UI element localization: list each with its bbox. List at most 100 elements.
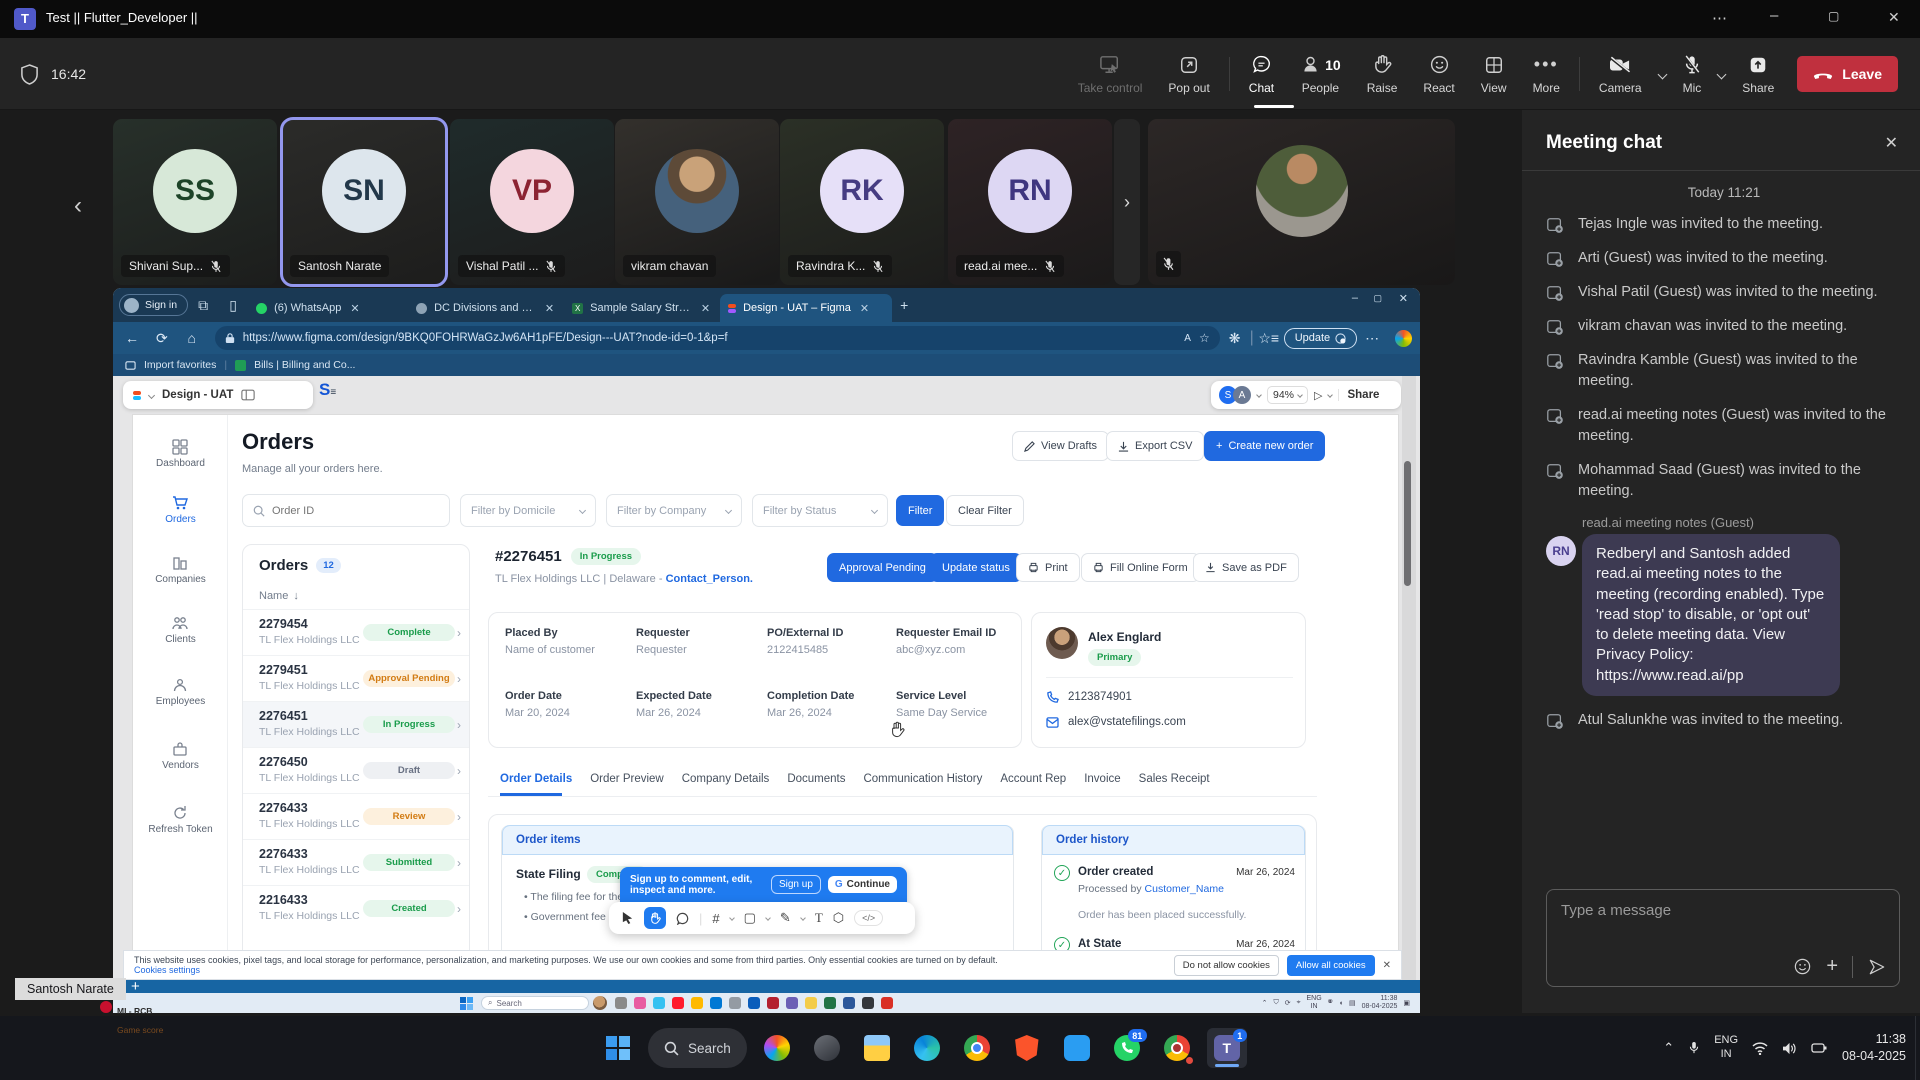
tray-mic-icon[interactable] <box>1688 1040 1700 1056</box>
browser-tab[interactable]: (6) WhatsApp✕ <box>248 294 408 322</box>
create-order-button[interactable]: +Create new order <box>1204 431 1325 461</box>
favorites-list-icon[interactable]: ☆≡ <box>1254 330 1284 347</box>
order-row[interactable]: 2279451TL Flex Holdings LLCApproval Pend… <box>243 655 470 701</box>
contact-email[interactable]: alex@vstatefilings.com <box>1068 716 1186 728</box>
signup-button[interactable]: Sign up <box>771 875 821 894</box>
contact-phone[interactable]: 2123874901 <box>1068 691 1132 703</box>
back-icon[interactable]: ← <box>117 330 147 346</box>
clear-filter-button[interactable]: Clear Filter <box>946 495 1024 526</box>
battery-pen-icon[interactable] <box>1811 1042 1827 1054</box>
figma-share-button[interactable]: Share <box>1338 389 1379 401</box>
chrome-icon[interactable] <box>957 1028 997 1068</box>
canvas-scrollbar-thumb[interactable] <box>1404 461 1411 586</box>
fill-online-form-button[interactable]: Fill Online Form <box>1081 553 1200 582</box>
tab-close-icon[interactable]: ✕ <box>348 302 361 315</box>
shape-tool-icon[interactable]: ▢ <box>744 910 756 926</box>
filter-button[interactable]: Filter <box>896 495 944 526</box>
view-button[interactable]: View <box>1468 38 1520 110</box>
tab-actions-icon[interactable]: ⧉ <box>188 297 218 314</box>
video-tile-large[interactable] <box>1148 119 1455 285</box>
video-tile[interactable]: RK Ravindra K... <box>780 119 944 285</box>
wifi-icon[interactable] <box>1752 1042 1768 1055</box>
google-continue-button[interactable]: GContinue <box>828 876 897 893</box>
tab-company-details[interactable]: Company Details <box>682 773 770 785</box>
file-explorer-icon[interactable] <box>857 1028 897 1068</box>
video-tile-active-speaker[interactable]: SN Santosh Narate <box>282 119 446 285</box>
contact-person-link[interactable]: Contact_Person. <box>666 573 753 585</box>
people-button[interactable]: 10 People <box>1287 38 1354 110</box>
volume-icon[interactable] <box>1782 1042 1797 1055</box>
figma-logo-icon[interactable] <box>133 391 141 400</box>
send-icon[interactable] <box>1867 957 1887 977</box>
game-score-widget[interactable]: MI - RCBGame score <box>100 1000 163 1038</box>
bills-bookmark[interactable]: Bills | Billing and Co... <box>254 359 355 371</box>
favorite-star-icon[interactable]: ☆ <box>1199 331 1210 345</box>
edge-icon[interactable] <box>907 1028 947 1068</box>
shared-system-tray[interactable]: ⌃⛉⟳⌖ ENGIN 🕾◖▤ 11:3808-04-2025 ▣ <box>1262 995 1410 1012</box>
copilot-icon[interactable] <box>1395 330 1412 347</box>
sidebar-item-vendors[interactable]: Vendors <box>133 741 228 771</box>
pen-tool-icon[interactable]: ✎ <box>780 910 791 926</box>
order-row[interactable]: 2276450TL Flex Holdings LLCDraft› <box>243 747 470 793</box>
tray-expand-chevron[interactable]: ⌃ <box>1663 1040 1674 1056</box>
update-browser-button[interactable]: Update <box>1284 328 1357 349</box>
customer-name-link[interactable]: Customer_Name <box>1145 883 1224 895</box>
frame-tool-icon[interactable]: # <box>712 911 719 926</box>
shared-search-box[interactable]: ⌕ Search <box>481 996 589 1010</box>
order-row-selected[interactable]: 2276451TL Flex Holdings LLCIn Progress› <box>243 701 470 747</box>
close-icon[interactable]: ✕ <box>1888 9 1900 26</box>
sidebar-item-companies[interactable]: Companies <box>133 555 228 585</box>
react-button[interactable]: React <box>1410 38 1467 110</box>
read-aloud-icon[interactable]: A <box>1184 333 1191 344</box>
chat-button[interactable]: Chat <box>1236 38 1287 110</box>
present-chevron[interactable] <box>1328 392 1334 398</box>
order-row[interactable]: 2276433TL Flex Holdings LLCSubmitted› <box>243 839 470 885</box>
tab-communication-history[interactable]: Communication History <box>863 773 982 785</box>
tab-order-preview[interactable]: Order Preview <box>590 773 664 785</box>
export-csv-button[interactable]: Export CSV <box>1106 431 1204 461</box>
sidebar-item-orders[interactable]: Orders <box>133 495 228 525</box>
start-button[interactable] <box>598 1028 638 1068</box>
share-button[interactable]: Share <box>1729 38 1787 110</box>
vscode-icon[interactable] <box>1057 1028 1097 1068</box>
browser-signin-button[interactable]: Sign in <box>119 294 188 316</box>
pop-out-button[interactable]: Pop out <box>1155 38 1222 110</box>
emoji-icon[interactable] <box>1793 957 1812 976</box>
chrome-profile-icon[interactable] <box>1157 1028 1197 1068</box>
browser-minimize-icon[interactable]: – <box>1352 292 1358 304</box>
show-desktop-sliver[interactable] <box>1915 1016 1920 1080</box>
dev-mode-toggle[interactable]: </> <box>854 910 883 926</box>
comment-tool-icon[interactable] <box>676 912 689 925</box>
view-drafts-button[interactable]: View Drafts <box>1012 431 1109 461</box>
cookie-close-icon[interactable]: ✕ <box>1383 960 1391 971</box>
allow-cookies-button[interactable]: Allow all cookies <box>1287 955 1375 976</box>
collaborator-avatar[interactable]: A <box>1233 386 1251 404</box>
video-tile[interactable]: vikram chavan <box>615 119 779 285</box>
filter-status-dropdown[interactable]: Filter by Status <box>752 494 888 527</box>
cursor-tool-icon[interactable] <box>621 911 634 925</box>
sidebar-item-dashboard[interactable]: Dashboard <box>133 439 228 469</box>
browser-tab[interactable]: DC Divisions and Surroundings✕ <box>408 294 564 322</box>
extension-icon[interactable]: ❋ <box>1220 330 1250 347</box>
new-tab-icon[interactable]: + <box>900 297 908 313</box>
order-row[interactable]: 2276433TL Flex Holdings LLCReview› <box>243 793 470 839</box>
chat-close-icon[interactable]: ✕ <box>1885 133 1898 153</box>
settings-dots-icon[interactable]: ⋯ <box>1357 330 1387 347</box>
file-menu-chevron[interactable] <box>148 391 155 398</box>
browser-close-icon[interactable]: ✕ <box>1399 292 1408 305</box>
gallery-prev-chevron[interactable]: ‹ <box>74 192 82 220</box>
approval-pending-button[interactable]: Approval Pending <box>827 553 938 582</box>
browser-tab[interactable]: X Sample Salary Structure with calc✕ <box>564 294 720 322</box>
pen-tool-chevron[interactable] <box>800 915 806 921</box>
filter-company-dropdown[interactable]: Filter by Company <box>606 494 742 527</box>
gallery-next-chevron[interactable]: › <box>1114 119 1140 285</box>
import-favorites-link[interactable]: Import favorites <box>144 359 216 371</box>
address-bar[interactable]: https://www.figma.com/design/9BKQ0FOHRWa… <box>215 326 1220 350</box>
mic-button[interactable]: Mic <box>1670 38 1715 110</box>
video-tile[interactable]: SS Shivani Sup... <box>113 119 277 285</box>
order-id-input[interactable] <box>272 505 422 517</box>
raise-button[interactable]: Raise <box>1354 38 1411 110</box>
message-composer[interactable]: Type a message + <box>1546 889 1900 987</box>
cookie-settings-link[interactable]: Cookies settings <box>134 965 200 975</box>
tab-close-icon[interactable]: ✕ <box>543 302 556 315</box>
